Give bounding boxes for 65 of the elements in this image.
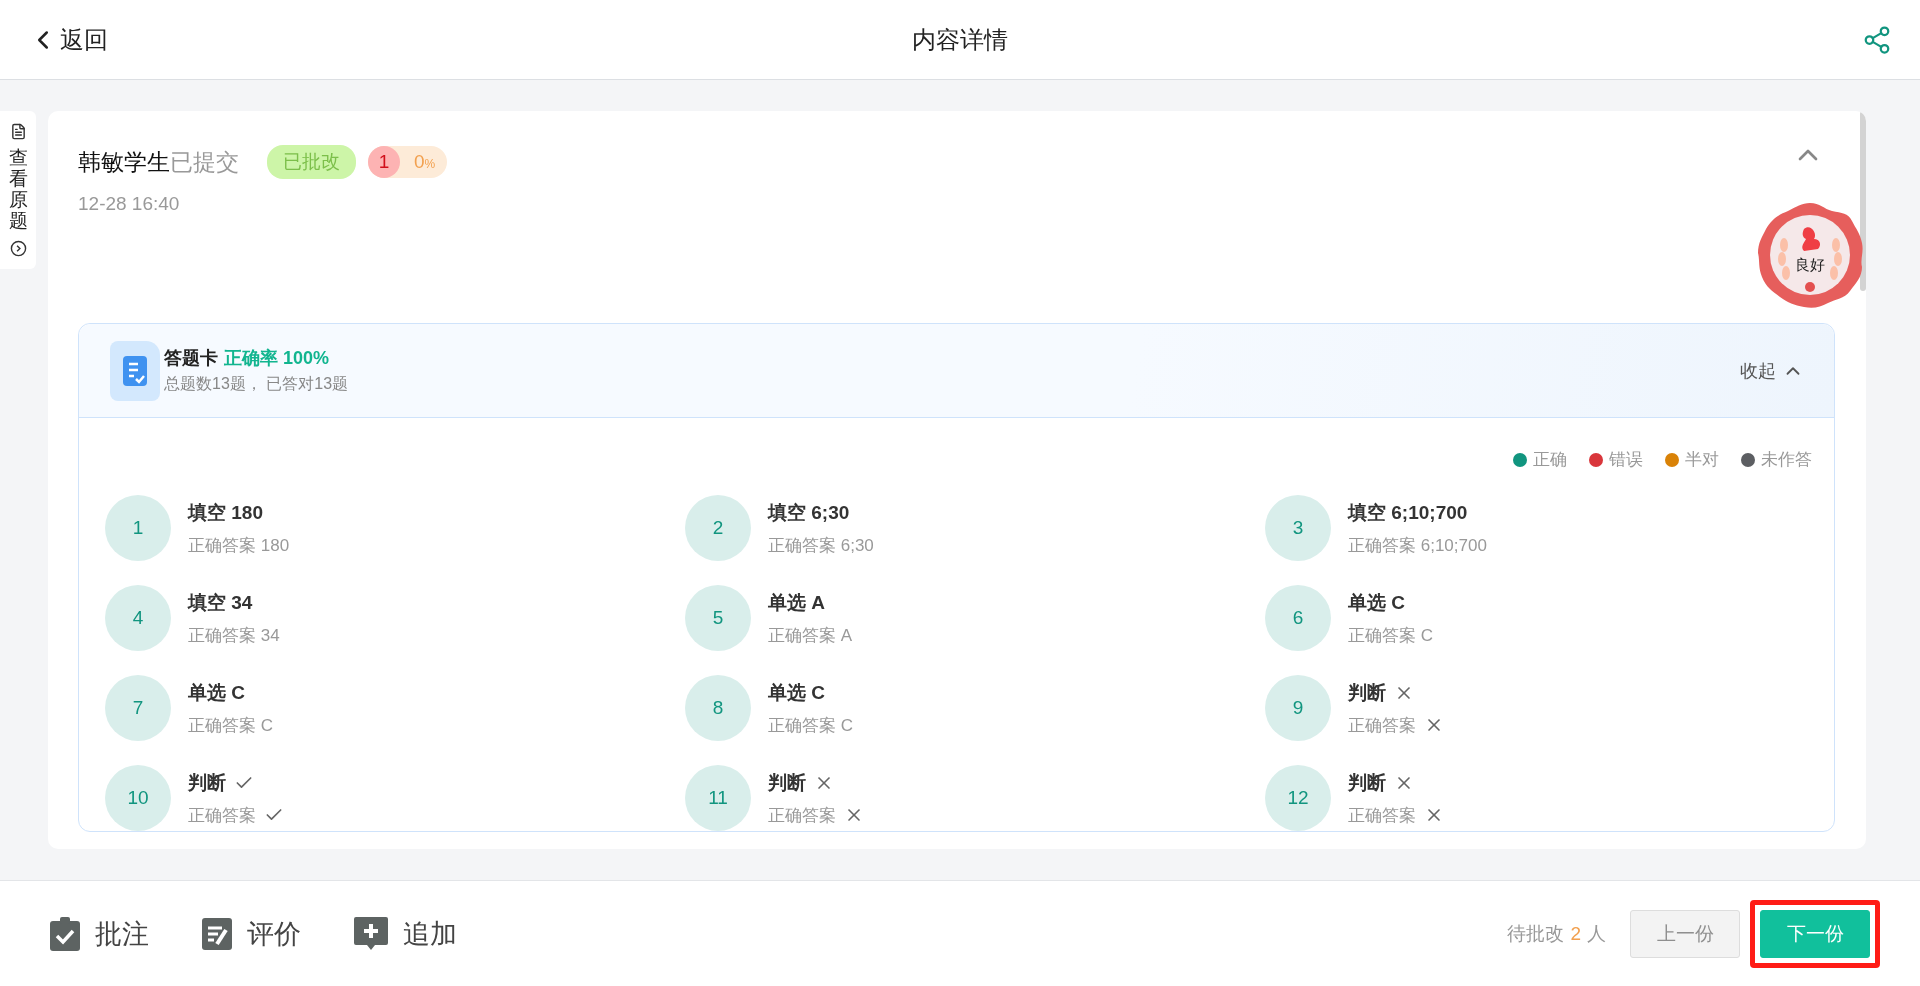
collapse-button[interactable]: 收起 — [1740, 358, 1804, 383]
legend-item: 正确 — [1513, 448, 1567, 471]
correct-answer: 正确答案 6;10;700 — [1348, 534, 1487, 557]
submit-time: 12-28 16:40 — [78, 193, 181, 215]
pending-count: 待批改 2 人 — [1507, 921, 1606, 946]
question-answer: 单选 C — [768, 680, 826, 705]
share-icon[interactable] — [1862, 24, 1892, 55]
correct-answer-label: 正确答案 — [1348, 714, 1416, 737]
grade-label: 良好 — [1794, 256, 1826, 275]
correct-answer: 正确答案 180 — [188, 534, 290, 557]
toolbar-action[interactable]: 批注 — [49, 915, 149, 952]
question-answer: 单选 C — [188, 680, 246, 705]
question-number[interactable]: 2 — [685, 495, 751, 561]
correct-answer-label: 正确答案 — [1348, 804, 1416, 827]
question-number[interactable]: 7 — [105, 675, 171, 741]
correct-answer: 正确答案 34 — [188, 624, 280, 647]
score-percent: 0% — [414, 151, 436, 173]
toolbar-action[interactable]: 评价 — [201, 915, 301, 952]
question-number[interactable]: 3 — [1265, 495, 1331, 561]
correct-answer-label: 正确答案 — [768, 804, 836, 827]
question-type: 判断 — [188, 770, 226, 795]
back-button[interactable]: 返回 — [28, 23, 108, 56]
toolbar-action[interactable]: 追加 — [353, 915, 457, 952]
correct-answer-label: 正确答案 — [188, 804, 256, 827]
question-number[interactable]: 8 — [685, 675, 751, 741]
question-number[interactable]: 6 — [1265, 585, 1331, 651]
question-number[interactable]: 1 — [105, 495, 171, 561]
correct-answer: 正确答案 C — [768, 714, 853, 737]
question-answer: 填空 34 — [188, 590, 254, 615]
question-answer: 单选 A — [768, 590, 826, 615]
question-number[interactable]: 12 — [1265, 765, 1331, 831]
question-number[interactable]: 11 — [685, 765, 751, 831]
add-comment-icon — [353, 915, 389, 952]
student-name: 韩敏学生 — [78, 147, 170, 177]
next-button[interactable]: 下一份 — [1760, 909, 1870, 958]
answer-sheet-icon — [110, 340, 160, 401]
question-answer: 填空 6;10;700 — [1348, 500, 1469, 525]
score-count: 1 — [368, 146, 400, 178]
answer-card-title: 答题卡 正确率 100% — [164, 347, 331, 370]
correct-answer: 正确答案 C — [188, 714, 273, 737]
legend-item: 错误 — [1589, 448, 1643, 471]
view-question-tab[interactable]: 查看原题 — [0, 111, 36, 269]
submission-status: 已提交 — [170, 147, 239, 177]
correct-answer: 正确答案 6;30 — [768, 534, 874, 557]
edit-note-icon — [201, 916, 233, 951]
question-number[interactable]: 4 — [105, 585, 171, 651]
page-title: 内容详情 — [912, 24, 1008, 55]
question-answer: 填空 6;30 — [768, 500, 851, 525]
question-type: 判断 — [1348, 680, 1386, 705]
graded-tag: 已批改 — [267, 145, 356, 179]
question-type: 判断 — [768, 770, 806, 795]
legend-item: 未作答 — [1741, 448, 1812, 471]
question-number[interactable]: 5 — [685, 585, 751, 651]
question-number[interactable]: 9 — [1265, 675, 1331, 741]
legend-item: 半对 — [1665, 448, 1719, 471]
document-icon — [9, 123, 27, 140]
circle-chevron-icon — [9, 239, 27, 257]
question-number[interactable]: 10 — [105, 765, 171, 831]
correct-answer: 正确答案 C — [1348, 624, 1433, 647]
question-type: 判断 — [1348, 770, 1386, 795]
correct-answer: 正确答案 A — [768, 624, 853, 647]
answer-summary: 总题数13题， 已答对13题 — [164, 374, 349, 394]
clipboard-check-icon — [49, 915, 81, 952]
question-answer: 单选 C — [1348, 590, 1406, 615]
question-answer: 填空 180 — [188, 500, 264, 525]
